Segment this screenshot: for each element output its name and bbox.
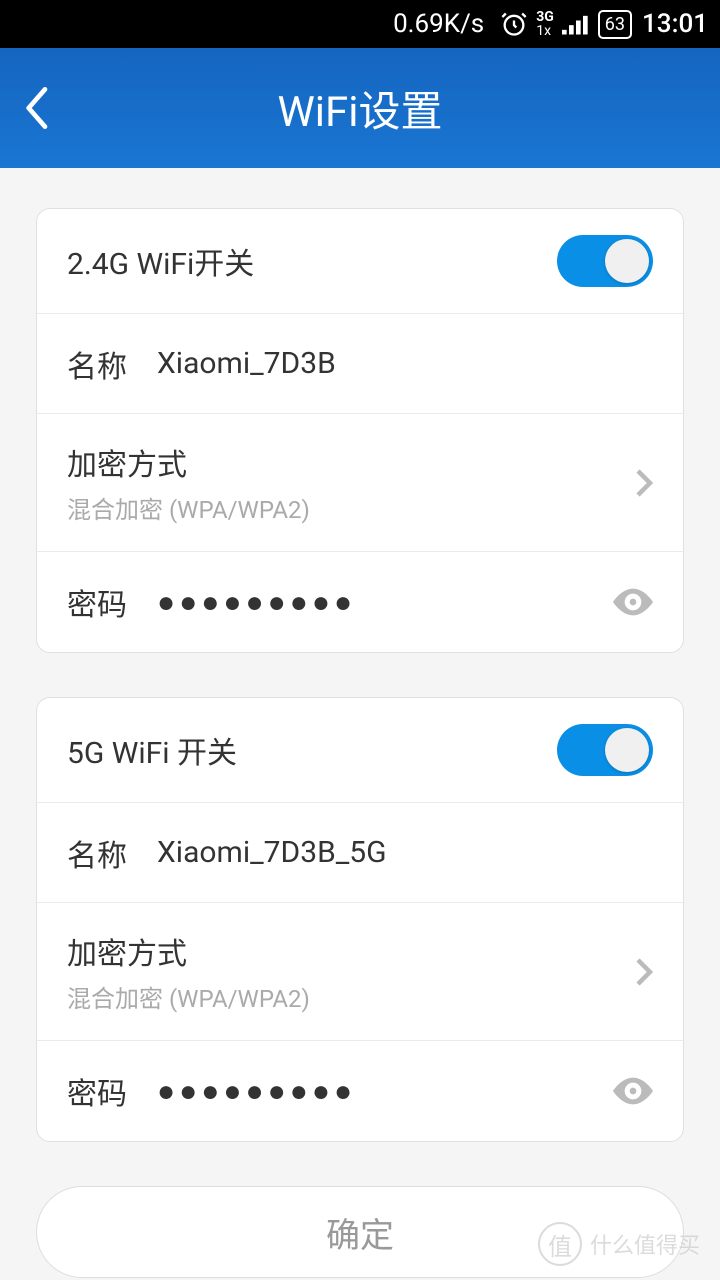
watermark-badge: 值	[538, 1222, 582, 1266]
password-label: 密码	[67, 1069, 127, 1113]
wifi-5g-name-row[interactable]: 名称 Xiaomi_7D3B_5G	[37, 803, 683, 903]
status-bar: 0.69K/s 3G 1x 63 13:01	[0, 0, 720, 48]
wifi-24g-name-value: Xiaomi_7D3B	[157, 346, 653, 381]
name-label: 名称	[67, 831, 127, 875]
password-value: ●●●●●●●●●	[157, 1074, 613, 1109]
wifi-5g-toggle-row: 5G WiFi 开关	[37, 698, 683, 803]
main-content: 2.4G WiFi开关 名称 Xiaomi_7D3B 加密方式 混合加密 (WP…	[0, 168, 720, 1142]
watermark: 值 什么值得买	[538, 1222, 700, 1266]
chevron-left-icon	[24, 84, 52, 132]
page-title: WiFi设置	[0, 78, 720, 139]
password-label: 密码	[67, 580, 127, 624]
network-speed: 0.69K/s	[393, 9, 484, 39]
toggle-label: 5G WiFi 开关	[67, 728, 237, 772]
battery-indicator: 63	[598, 10, 632, 39]
wifi-5g-password-row[interactable]: 密码 ●●●●●●●●●	[37, 1041, 683, 1141]
name-label: 名称	[67, 342, 127, 386]
app-header: WiFi设置	[0, 48, 720, 168]
eye-icon[interactable]	[613, 588, 653, 616]
encrypt-value: 混合加密 (WPA/WPA2)	[67, 979, 635, 1014]
back-button[interactable]	[24, 84, 52, 132]
encrypt-value: 混合加密 (WPA/WPA2)	[67, 490, 635, 525]
wifi-24g-name-row[interactable]: 名称 Xiaomi_7D3B	[37, 314, 683, 414]
chevron-right-icon	[635, 956, 653, 988]
toggle-label: 2.4G WiFi开关	[67, 239, 254, 283]
watermark-text: 什么值得买	[590, 1228, 700, 1260]
wifi-5g-toggle[interactable]	[557, 724, 653, 776]
network-type: 3G 1x	[536, 10, 554, 38]
password-value: ●●●●●●●●●	[157, 585, 613, 620]
eye-icon[interactable]	[613, 1077, 653, 1105]
clock: 13:01	[642, 9, 708, 39]
wifi-5g-card: 5G WiFi 开关 名称 Xiaomi_7D3B_5G 加密方式 混合加密 (…	[36, 697, 684, 1142]
wifi-24g-password-row[interactable]: 密码 ●●●●●●●●●	[37, 552, 683, 652]
encrypt-label: 加密方式	[67, 929, 635, 973]
signal-icon	[562, 13, 590, 35]
alarm-icon	[500, 10, 528, 38]
encrypt-label: 加密方式	[67, 440, 635, 484]
wifi-24g-card: 2.4G WiFi开关 名称 Xiaomi_7D3B 加密方式 混合加密 (WP…	[36, 208, 684, 653]
chevron-right-icon	[635, 467, 653, 499]
wifi-24g-toggle-row: 2.4G WiFi开关	[37, 209, 683, 314]
wifi-5g-name-value: Xiaomi_7D3B_5G	[157, 835, 653, 870]
status-icons: 3G 1x 63	[500, 10, 632, 39]
wifi-24g-encrypt-row[interactable]: 加密方式 混合加密 (WPA/WPA2)	[37, 414, 683, 552]
wifi-5g-encrypt-row[interactable]: 加密方式 混合加密 (WPA/WPA2)	[37, 903, 683, 1041]
wifi-24g-toggle[interactable]	[557, 235, 653, 287]
